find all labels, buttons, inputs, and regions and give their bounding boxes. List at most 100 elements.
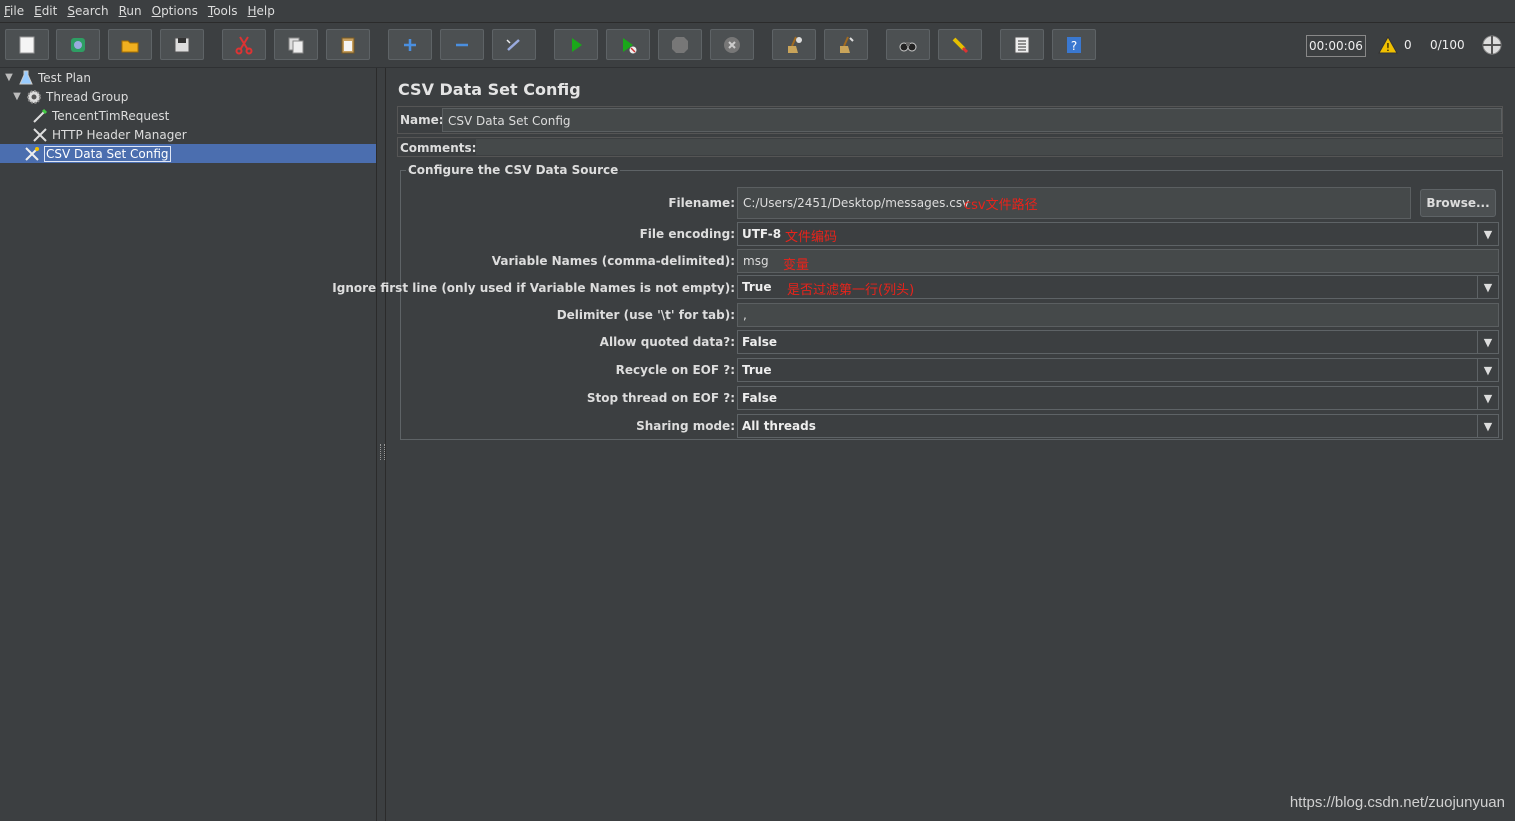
tree-node-test-plan[interactable]: ▼ Test Plan [4, 68, 91, 87]
divider-grip[interactable] [380, 444, 385, 460]
clear-all-button[interactable] [824, 29, 868, 60]
menu-run[interactable]: Run [115, 4, 148, 18]
pipette-icon [33, 108, 48, 123]
warning-icon: ! [1378, 36, 1398, 54]
search-button[interactable] [886, 29, 930, 60]
start-no-pauses-button[interactable] [606, 29, 650, 60]
templates-button[interactable] [56, 29, 100, 60]
quoted-value: False [742, 335, 777, 349]
stop-button[interactable] [658, 29, 702, 60]
varnames-field[interactable]: msg [737, 249, 1499, 273]
tools-icon [33, 127, 47, 142]
tree-node-header-manager[interactable]: HTTP Header Manager [32, 125, 187, 144]
ignore-note: 是否过滤第一行(列头) [787, 283, 915, 298]
tools-icon [25, 146, 39, 161]
quoted-label: Allow quoted data?: [599, 335, 735, 349]
tree-node-csv-config[interactable]: CSV Data Set Config [0, 144, 376, 163]
menu-bar: File Edit Search Run Options Tools Help [0, 0, 1515, 23]
browse-button[interactable]: Browse... [1420, 189, 1496, 217]
filename-note: csv文件路径 [964, 198, 1038, 213]
recycle-combo[interactable]: True ▼ [737, 358, 1499, 382]
group-title: Configure the CSV Data Source [406, 163, 621, 177]
sharing-combo[interactable]: All threads ▼ [737, 414, 1499, 438]
delimiter-field[interactable]: , [737, 303, 1499, 327]
menu-options[interactable]: Options [148, 4, 204, 18]
dropdown-arrow-icon[interactable]: ▼ [1477, 415, 1498, 437]
templates-icon [71, 37, 85, 52]
quoted-combo[interactable]: False ▼ [737, 330, 1499, 354]
save-button[interactable] [160, 29, 204, 60]
paste-button[interactable] [326, 29, 370, 60]
expand-toggle-icon[interactable]: ▼ [12, 91, 22, 102]
start-button[interactable] [554, 29, 598, 60]
name-field[interactable]: CSV Data Set Config [442, 108, 1502, 132]
split-pane-divider[interactable] [376, 68, 386, 821]
help-button[interactable]: ? [1052, 29, 1096, 60]
save-icon [174, 37, 190, 52]
function-helper-button[interactable] [1000, 29, 1044, 60]
encoding-combo[interactable]: UTF-8 ▼ [737, 222, 1499, 246]
recycle-label: Recycle on EOF ?: [615, 363, 735, 377]
warning-indicator[interactable]: ! 0 [1378, 35, 1412, 55]
stop-label: Stop thread on EOF ?: [586, 391, 735, 405]
menu-help[interactable]: Help [244, 4, 281, 18]
shutdown-button[interactable] [710, 29, 754, 60]
binoculars-icon [899, 41, 917, 51]
comments-field[interactable] [476, 139, 1502, 155]
menu-edit[interactable]: Edit [30, 4, 63, 18]
menu-file[interactable]: File [0, 4, 30, 18]
filename-field[interactable]: C:/Users/2451/Desktop/messages.csv [737, 187, 1411, 219]
new-button[interactable] [5, 29, 49, 60]
dropdown-arrow-icon[interactable]: ▼ [1477, 387, 1498, 409]
dropdown-arrow-icon[interactable]: ▼ [1477, 331, 1498, 353]
csv-source-group: Configure the CSV Data Source Filename: … [332, 163, 1503, 440]
play-no-pause-icon [623, 37, 637, 53]
broom-all-icon [840, 36, 854, 53]
svg-text:?: ? [1071, 39, 1077, 53]
expand-all-button[interactable] [388, 29, 432, 60]
menu-search[interactable]: Search [63, 4, 114, 18]
svg-text:!: ! [1386, 41, 1390, 54]
minus-icon [456, 43, 468, 46]
comments-row: Comments: [397, 137, 1503, 157]
broom-icon [788, 36, 802, 53]
stop-combo[interactable]: False ▼ [737, 386, 1499, 410]
help-icon: ? [1067, 36, 1081, 53]
sharing-value: All threads [742, 419, 816, 433]
recycle-value: True [742, 363, 772, 377]
panel-title: CSV Data Set Config [398, 80, 581, 99]
open-button[interactable] [108, 29, 152, 60]
tree-node-thread-group[interactable]: ▼ Thread Group [12, 87, 128, 106]
varnames-note: 变量 [783, 258, 810, 273]
test-plan-tree: ▼ Test Plan ▼ Thread Group TencentTimReq… [0, 68, 376, 821]
reset-search-button[interactable] [938, 29, 982, 60]
sharing-label: Sharing mode: [636, 419, 735, 433]
remote-globe-icon[interactable] [1481, 34, 1503, 56]
expand-toggle-icon[interactable]: ▼ [4, 72, 14, 83]
cut-button[interactable] [222, 29, 266, 60]
dropdown-arrow-icon[interactable]: ▼ [1477, 223, 1498, 245]
ignore-value: True [742, 280, 772, 294]
clipboard-icon [341, 37, 355, 53]
stop-value: False [742, 391, 777, 405]
ignore-label: Ignore first line (only used if Variable… [332, 281, 735, 295]
menu-tools[interactable]: Tools [204, 4, 244, 18]
toggle-button[interactable] [492, 29, 536, 60]
list-icon [1014, 36, 1030, 53]
dropdown-arrow-icon[interactable]: ▼ [1477, 359, 1498, 381]
tree-node-request[interactable]: TencentTimRequest [32, 106, 169, 125]
gear-icon [27, 89, 41, 104]
dropdown-arrow-icon[interactable]: ▼ [1477, 276, 1498, 298]
comments-label: Comments: [400, 141, 477, 155]
clear-button[interactable] [772, 29, 816, 60]
toggle-wand-icon [506, 38, 520, 51]
warning-count: 0 [1404, 38, 1412, 52]
stop-icon [672, 36, 688, 53]
copy-button[interactable] [274, 29, 318, 60]
encoding-value: UTF-8 [742, 227, 782, 241]
collapse-all-button[interactable] [440, 29, 484, 60]
config-panel: CSV Data Set Config Name: CSV Data Set C… [332, 68, 1515, 821]
name-label: Name: [400, 113, 444, 127]
watermark: https://blog.csdn.net/zuojunyuan [1289, 794, 1505, 811]
shutdown-icon [724, 36, 740, 53]
